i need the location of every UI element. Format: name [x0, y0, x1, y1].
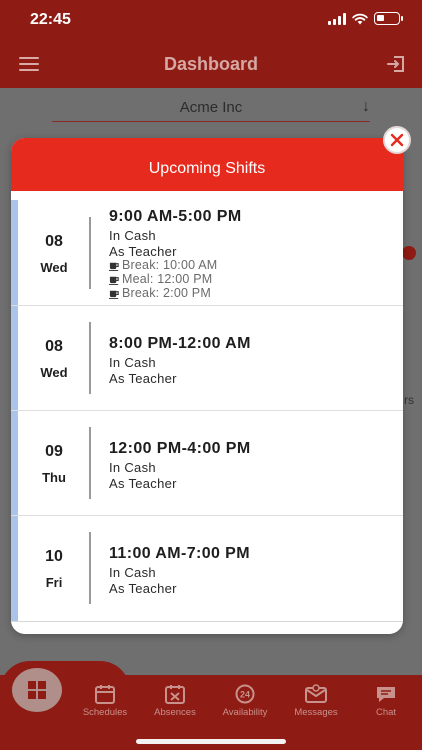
- shift-day: 09: [45, 443, 63, 460]
- tab-availability-label: Availability: [222, 707, 268, 718]
- shift-location: In Cash: [109, 460, 156, 475]
- shift-day: 10: [45, 548, 63, 565]
- shift-item[interactable]: 09 Thu 12:00 PM-4:00 PM In Cash As Teach…: [11, 411, 403, 516]
- shift-divider: [89, 322, 91, 394]
- break-text: Break: 10:00 AM: [122, 258, 218, 272]
- tab-messages[interactable]: Messages: [281, 684, 351, 718]
- shift-accent-bar: [11, 306, 18, 410]
- notification-badge: [402, 246, 416, 260]
- tab-schedules-label: Schedules: [82, 707, 128, 718]
- shift-weekday: Fri: [45, 575, 63, 590]
- shift-day: 08: [45, 338, 63, 355]
- page-title: Dashboard: [163, 54, 259, 74]
- shift-location: In Cash: [109, 228, 156, 243]
- shift-role: As Teacher: [109, 581, 177, 596]
- meal-row: Meal: 12:00 PM: [109, 272, 212, 286]
- coffee-cup-icon: [109, 276, 119, 285]
- shift-location: In Cash: [109, 565, 156, 580]
- background-partial-text: rs: [404, 393, 414, 407]
- close-icon: [390, 133, 404, 147]
- status-bar: 22:45: [0, 0, 422, 40]
- shift-time: 9:00 AM-5:00 PM: [109, 208, 242, 225]
- arrow-down-icon: ↓: [362, 98, 370, 115]
- tab-availability[interactable]: 24 Availability: [210, 684, 280, 718]
- wifi-icon: [352, 13, 368, 24]
- coffee-cup-icon: [109, 290, 119, 299]
- shift-accent-bar: [11, 516, 18, 621]
- calendar-x-icon: [165, 685, 185, 704]
- break-row: Break: 2:00 PM: [109, 286, 211, 300]
- break-row: Break: 10:00 AM: [109, 258, 217, 272]
- cellular-signal-icon: [328, 12, 346, 25]
- company-name: Acme Inc: [179, 99, 243, 116]
- tab-chat-label: Chat: [375, 707, 397, 718]
- envelope-icon: [305, 684, 327, 703]
- shift-weekday: Wed: [40, 365, 68, 380]
- shift-role: As Teacher: [109, 244, 177, 259]
- upcoming-shifts-modal: Upcoming Shifts 08 Wed 9:00 AM-5:00 PM I…: [11, 138, 403, 634]
- calendar-icon: [95, 685, 115, 704]
- shift-weekday: Thu: [42, 470, 66, 485]
- shift-time: 8:00 PM-12:00 AM: [109, 335, 251, 352]
- availability-badge-text: 24: [240, 690, 250, 700]
- shift-weekday: Wed: [40, 260, 68, 275]
- shift-item[interactable]: 08 Wed 8:00 PM-12:00 AM In Cash As Teach…: [11, 306, 403, 411]
- tab-schedules[interactable]: Schedules: [70, 684, 140, 718]
- modal-footer: [11, 622, 403, 634]
- close-modal-button[interactable]: [383, 126, 411, 154]
- shift-list[interactable]: 08 Wed 9:00 AM-5:00 PM In Cash As Teache…: [11, 200, 403, 622]
- chat-bubble-icon: [377, 687, 395, 702]
- tab-absences[interactable]: Absences: [140, 684, 210, 718]
- tab-chat[interactable]: Chat: [351, 684, 421, 718]
- battery-icon: [374, 12, 403, 25]
- shift-day: 08: [45, 233, 63, 250]
- tab-absences-label: Absences: [154, 707, 196, 718]
- status-icons: [328, 12, 403, 25]
- shift-time: 12:00 PM-4:00 PM: [109, 440, 251, 457]
- break-text: Break: 2:00 PM: [122, 286, 211, 300]
- shift-accent-bar: [11, 411, 18, 515]
- shift-role: As Teacher: [109, 476, 177, 491]
- shift-divider: [89, 427, 91, 499]
- modal-header: Upcoming Shifts: [11, 138, 403, 191]
- dashboard-tab-button[interactable]: [12, 668, 62, 712]
- tab-messages-label: Messages: [294, 707, 338, 718]
- modal-title: Upcoming Shifts: [148, 160, 266, 177]
- dashboard-icon: [28, 681, 46, 699]
- shift-divider: [89, 217, 91, 289]
- shift-time: 11:00 AM-7:00 PM: [109, 545, 250, 562]
- availability-24-icon: 24: [235, 684, 255, 704]
- coffee-cup-icon: [109, 262, 119, 271]
- shift-accent-bar: [11, 200, 18, 305]
- status-time: 22:45: [30, 11, 71, 28]
- company-selector[interactable]: Acme Inc ↓: [52, 96, 370, 122]
- shift-divider: [89, 532, 91, 604]
- shift-role: As Teacher: [109, 371, 177, 386]
- meal-text: Meal: 12:00 PM: [122, 272, 213, 286]
- home-indicator[interactable]: [136, 739, 286, 744]
- shift-location: In Cash: [109, 355, 156, 370]
- shift-item[interactable]: 08 Wed 9:00 AM-5:00 PM In Cash As Teache…: [11, 200, 403, 306]
- shift-item[interactable]: 10 Fri 11:00 AM-7:00 PM In Cash As Teach…: [11, 516, 403, 621]
- logout-icon[interactable]: [386, 54, 406, 74]
